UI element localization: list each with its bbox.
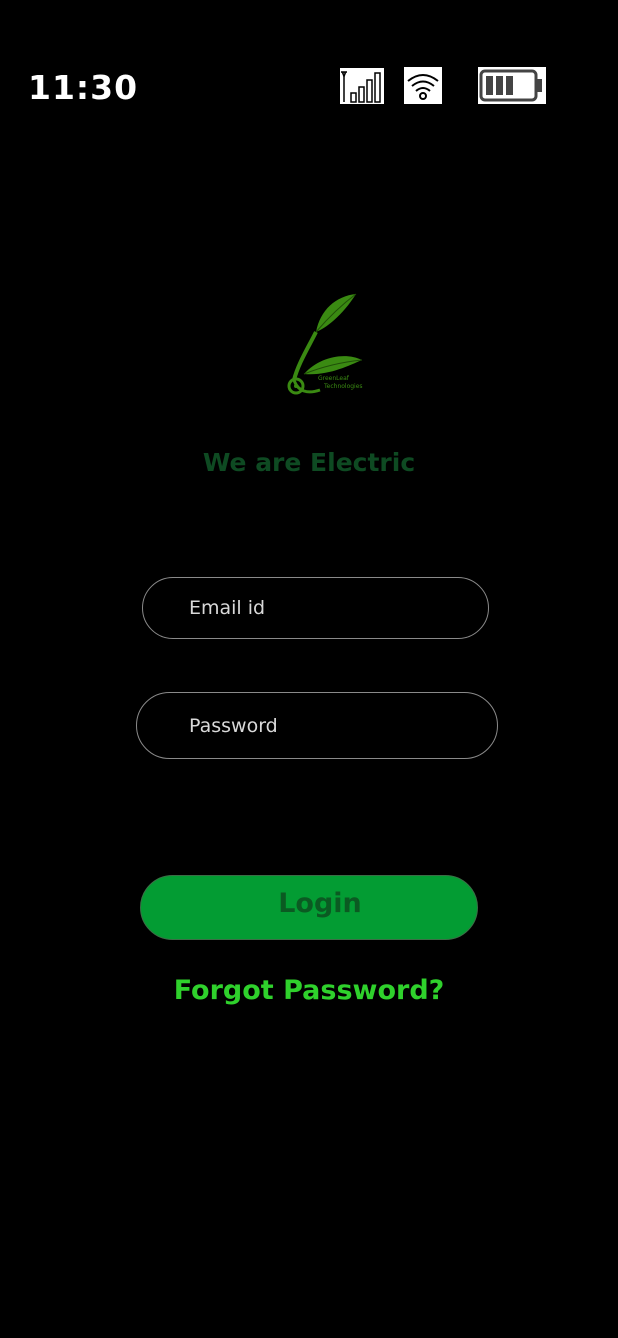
email-field[interactable] (142, 577, 489, 639)
battery-icon (478, 67, 546, 104)
tagline: We are Electric (202, 448, 416, 477)
password-input[interactable] (187, 693, 477, 758)
brand-logo: GreenLeaf Technologies (287, 293, 363, 395)
wifi-icon (404, 67, 442, 104)
email-input[interactable] (187, 578, 468, 638)
logo-text-line1: GreenLeaf (318, 375, 350, 382)
logo-text-line2: Technologies (323, 383, 363, 390)
forgot-password-link[interactable]: Forgot Password? (0, 975, 618, 1006)
password-field[interactable] (136, 692, 498, 759)
status-time: 11:30 (28, 68, 139, 107)
login-button[interactable]: Login (140, 875, 478, 940)
signal-bars-icon (340, 68, 384, 104)
